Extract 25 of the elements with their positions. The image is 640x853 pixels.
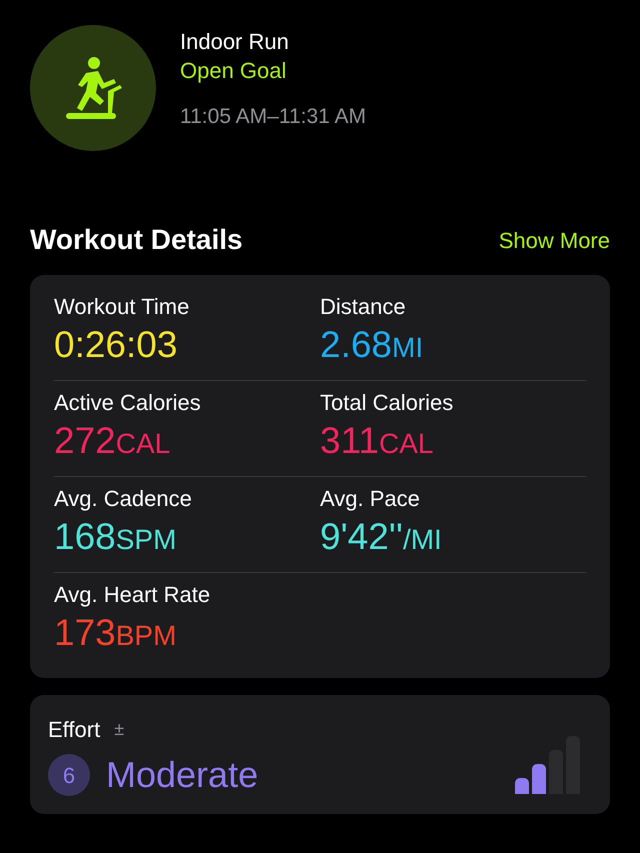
metric-value: 311CAL	[320, 419, 434, 463]
metric-value: 9'42''/MI	[320, 515, 443, 559]
metric-value: 168SPM	[54, 515, 178, 559]
metric-value: 272CAL	[54, 419, 172, 463]
effort-label: Effort	[48, 716, 100, 744]
metric-label: Avg. Pace	[320, 485, 421, 513]
workout-title: Indoor Run	[180, 28, 290, 56]
goal-label: Open Goal	[180, 57, 288, 85]
treadmill-runner-icon	[64, 55, 122, 121]
metric-label: Avg. Heart Rate	[54, 581, 212, 609]
section-title: Workout Details	[30, 223, 243, 257]
metric-label: Workout Time	[54, 293, 190, 321]
effort-rating: Moderate	[106, 753, 258, 797]
metric-value: 2.68MI	[320, 323, 424, 367]
metric-label: Active Calories	[54, 389, 202, 417]
metric-value: 173BPM	[54, 611, 178, 655]
effort-score-badge: 6	[48, 754, 90, 796]
show-more-link[interactable]: Show More	[498, 224, 610, 256]
metric-value: 0:26:03	[54, 323, 178, 367]
time-range: 11:05 AM–11:31 AM	[180, 104, 366, 130]
metric-label: Avg. Cadence	[54, 485, 193, 513]
metric-label: Distance	[320, 293, 407, 321]
effort-card[interactable]: Effort ± 6 Moderate	[30, 695, 610, 814]
metric-label: Total Calories	[320, 389, 454, 417]
plus-minus-icon: ±	[114, 716, 124, 743]
